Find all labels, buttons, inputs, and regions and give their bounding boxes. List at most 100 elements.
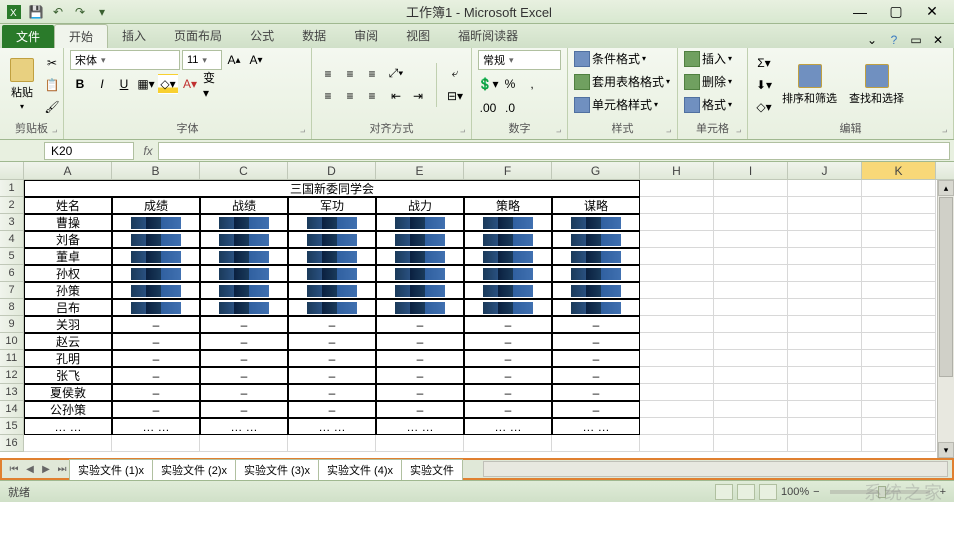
percent-icon[interactable]: % [500,74,520,94]
cell-J10[interactable] [788,333,862,350]
indent-increase-icon[interactable]: ⇥ [408,86,428,106]
cell-H12[interactable] [640,367,714,384]
number-format-combo[interactable]: 常规 [478,50,561,70]
underline-button[interactable]: U [114,74,134,94]
cell-K12[interactable] [862,367,936,384]
cells-area[interactable]: 三国新委同学会姓名成绩战绩军功战力策略谋略曹操刘备董卓孙权孙策吕布关羽–––––… [24,180,936,452]
maximize-button[interactable]: ▢ [882,2,910,22]
cell-F4[interactable] [464,231,552,248]
cell-I7[interactable] [714,282,788,299]
cell-K5[interactable] [862,248,936,265]
cell-F15[interactable]: … … [464,418,552,435]
cell-I5[interactable] [714,248,788,265]
row-header-14[interactable]: 14 [0,401,24,418]
cell-J1[interactable] [788,180,862,197]
cell-I15[interactable] [714,418,788,435]
cell-J4[interactable] [788,231,862,248]
format-table-button[interactable]: 套用表格格式▾ [574,73,671,90]
formula-input[interactable] [158,142,950,160]
autosum-icon[interactable]: Σ▾ [754,53,774,73]
sort-filter-button[interactable]: 排序和筛选 [778,62,841,108]
cell-G8[interactable] [552,299,640,316]
row-header-5[interactable]: 5 [0,248,24,265]
wrap-text-icon[interactable]: ⤶ [445,64,465,84]
tab-nav-last-icon[interactable]: ⏭ [54,461,70,477]
decrease-decimal-icon[interactable]: .0 [500,98,520,118]
redo-icon[interactable]: ↷ [70,2,90,22]
cell-K14[interactable] [862,401,936,418]
col-header-C[interactable]: C [200,162,288,179]
tab-nav-first-icon[interactable]: ⏮ [6,461,22,477]
cell-H9[interactable] [640,316,714,333]
cell-J14[interactable] [788,401,862,418]
insert-cells-button[interactable]: 插入▾ [684,50,741,67]
grow-font-icon[interactable]: A▴ [224,50,244,70]
cell-I14[interactable] [714,401,788,418]
doc-close-icon[interactable]: ✕ [930,32,946,48]
cell-D14[interactable]: – [288,401,376,418]
cell-J6[interactable] [788,265,862,282]
format-painter-icon[interactable]: 🖌 [42,97,62,117]
cell-H1[interactable] [640,180,714,197]
spreadsheet-grid[interactable]: ABCDEFGHIJK 12345678910111213141516 三国新委… [0,162,954,458]
cell-D12[interactable]: – [288,367,376,384]
cell-J7[interactable] [788,282,862,299]
font-color-button[interactable]: A▾ [180,74,200,94]
cell-C2[interactable]: 战绩 [200,197,288,214]
cell-A3[interactable]: 曹操 [24,214,112,231]
cell-I3[interactable] [714,214,788,231]
cell-G11[interactable]: – [552,350,640,367]
cell-D5[interactable] [288,248,376,265]
zoom-out-icon[interactable]: − [813,486,819,498]
cell-C13[interactable]: – [200,384,288,401]
align-center-icon[interactable]: ≡ [340,86,360,106]
minimize-button[interactable]: — [846,2,874,22]
sheet-tab-0[interactable]: 实验文件 (1)x [69,459,153,480]
cell-F13[interactable]: – [464,384,552,401]
save-icon[interactable]: 💾 [26,2,46,22]
window-restore-icon[interactable]: ▭ [908,32,924,48]
cell-J8[interactable] [788,299,862,316]
col-header-E[interactable]: E [376,162,464,179]
cell-B8[interactable] [112,299,200,316]
cell-G10[interactable]: – [552,333,640,350]
cell-D7[interactable] [288,282,376,299]
delete-cells-button[interactable]: 删除▾ [684,73,741,90]
row-header-12[interactable]: 12 [0,367,24,384]
cell-G16[interactable] [552,435,640,452]
help-icon[interactable]: ? [886,32,902,48]
cell-A7[interactable]: 孙策 [24,282,112,299]
row-header-3[interactable]: 3 [0,214,24,231]
cell-K10[interactable] [862,333,936,350]
cell-B15[interactable]: … … [112,418,200,435]
cell-C5[interactable] [200,248,288,265]
row-header-2[interactable]: 2 [0,197,24,214]
row-header-11[interactable]: 11 [0,350,24,367]
fill-icon[interactable]: ⬇▾ [754,75,774,95]
cell-F14[interactable]: – [464,401,552,418]
cell-J11[interactable] [788,350,862,367]
cell-E6[interactable] [376,265,464,282]
cell-C8[interactable] [200,299,288,316]
sheet-tab-3[interactable]: 实验文件 (4)x [318,459,402,480]
view-pagebreak-icon[interactable] [759,484,777,500]
col-header-H[interactable]: H [640,162,714,179]
cell-K4[interactable] [862,231,936,248]
cell-I2[interactable] [714,197,788,214]
cell-E12[interactable]: – [376,367,464,384]
cell-G3[interactable] [552,214,640,231]
scroll-thumb[interactable] [939,197,953,377]
cell-K7[interactable] [862,282,936,299]
row-header-9[interactable]: 9 [0,316,24,333]
cell-F16[interactable] [464,435,552,452]
row-header-1[interactable]: 1 [0,180,24,197]
align-middle-icon[interactable]: ≡ [340,64,360,84]
cell-G13[interactable]: – [552,384,640,401]
cell-A9[interactable]: 关羽 [24,316,112,333]
cell-C16[interactable] [200,435,288,452]
col-header-B[interactable]: B [112,162,200,179]
align-right-icon[interactable]: ≡ [362,86,382,106]
cell-H7[interactable] [640,282,714,299]
view-layout-icon[interactable] [737,484,755,500]
cell-K13[interactable] [862,384,936,401]
